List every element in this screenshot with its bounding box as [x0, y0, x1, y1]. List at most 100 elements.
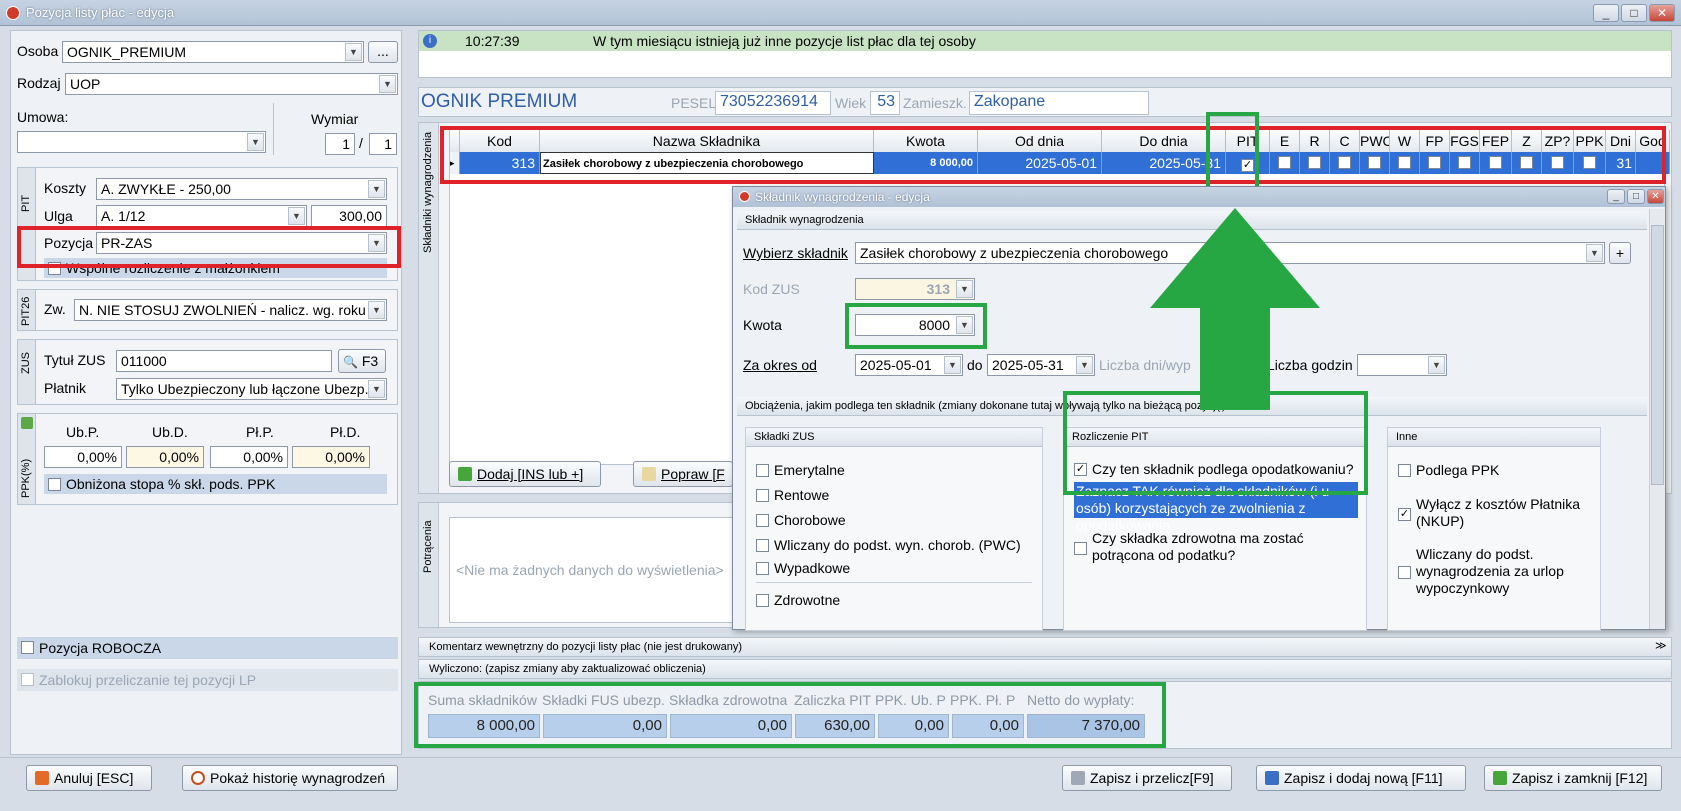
zus-tab-label: ZUS — [20, 352, 32, 374]
dodaj-button[interactable]: Dodaj [INS lub +] — [449, 461, 601, 487]
zw-combo[interactable]: N. NIE STOSUJ ZWOLNIEŃ - nalicz. wg. rok… — [74, 299, 387, 321]
komentarz-bar[interactable]: Komentarz wewnętrzny do pozycji listy pł… — [418, 637, 1672, 657]
f3-button[interactable]: 🔍 F3 — [338, 349, 386, 373]
urlop-checkbox[interactable] — [1398, 566, 1411, 579]
pit26-tab: PIT26 — [18, 290, 36, 330]
info-icon: i — [423, 34, 437, 48]
chevron-down-icon[interactable]: ▼ — [368, 301, 385, 319]
zapisz-zamknij-label: Zapisz i zamknij [F12] — [1512, 770, 1648, 786]
zus-group: ZUS Tytuł ZUS 011000 🔍 F3 Płatnik Tylko … — [17, 339, 398, 405]
dialog-scrollbar[interactable] — [1649, 209, 1665, 629]
dialog-close-button[interactable]: ✕ — [1647, 189, 1664, 204]
zus-item[interactable]: Chorobowe — [756, 512, 1036, 532]
zus-item[interactable]: Wliczany do podst. wyn. chorob. (PWC) — [756, 537, 1036, 557]
kod-zus-label: Kod ZUS — [743, 281, 800, 297]
person-name: OGNIK PREMIUM — [421, 91, 578, 112]
okres-od-input[interactable]: 2025-05-01 ▼ — [855, 354, 963, 376]
chevron-down-icon[interactable]: ▼ — [1586, 244, 1603, 262]
chevron-down-icon[interactable]: ▼ — [288, 207, 305, 225]
ppk-ubp-input[interactable]: 0,00% — [44, 446, 122, 468]
wyliczono-label: Wyliczono: (zapisz zmiany aby zaktualizo… — [429, 663, 706, 675]
dialog-maximize-button[interactable]: □ — [1627, 189, 1645, 204]
ulga-combo[interactable]: A. 1/12 ▼ — [96, 205, 307, 227]
zus-item-checkbox[interactable] — [756, 489, 769, 502]
urlop-label: Wliczany do podst. wynagrodzenia za urlo… — [1416, 546, 1564, 596]
dialog-app-icon — [739, 191, 750, 202]
wymiar-denominator[interactable]: 1 — [369, 133, 397, 155]
zus-item-label: Wliczany do podst. wyn. chorob. (PWC) — [774, 537, 1021, 553]
ppk-label: Podlega PPK — [1416, 462, 1500, 478]
zw-value: N. NIE STOSUJ ZWOLNIEŃ - nalicz. wg. rok… — [79, 302, 366, 318]
obnizona-row[interactable]: Obniżona stopa % skł. pods. PPK — [44, 474, 387, 494]
dodaj-label: Dodaj [INS lub +] — [477, 466, 584, 482]
osoba-combo[interactable]: OGNIK_PREMIUM ▼ — [62, 41, 364, 63]
okres-do-input[interactable]: 2025-05-31 ▼ — [987, 354, 1095, 376]
zus-item-checkbox[interactable] — [756, 539, 769, 552]
obnizona-label: Obniżona stopa % skł. pods. PPK — [66, 476, 276, 492]
add-skladnik-button[interactable]: + — [1609, 242, 1631, 264]
chevron-down-icon[interactable]: ▼ — [247, 133, 264, 151]
osoba-browse-button[interactable]: ... — [368, 41, 398, 63]
zapisz-dodaj-button[interactable]: Zapisz i dodaj nową [F11] — [1256, 765, 1466, 791]
ppk-ubd-input[interactable]: 0,00% — [126, 446, 204, 468]
chevron-down-icon[interactable]: ▼ — [368, 380, 385, 398]
ppk-icon — [21, 417, 33, 429]
koszty-combo[interactable]: A. ZWYKŁE - 250,00 ▼ — [96, 178, 387, 200]
zus-item[interactable]: Emerytalne — [756, 462, 1036, 482]
umowa-combo[interactable]: ▼ — [17, 131, 266, 153]
ppk-pld-input[interactable]: 0,00% — [292, 446, 370, 468]
liczba-godzin-input[interactable]: ▼ — [1357, 354, 1447, 376]
zapisz-przelicz-button[interactable]: Zapisz i przelicz[F9] — [1062, 765, 1232, 791]
zapisz-zamknij-button[interactable]: Zapisz i zamknij [F12] — [1484, 765, 1662, 791]
info-bar: i 10:27:39 W tym miesiącu istnieją już i… — [419, 31, 1671, 51]
nkup-checkbox[interactable]: ✓ — [1398, 508, 1411, 521]
close-button[interactable]: ✕ — [1649, 4, 1675, 22]
obnizona-checkbox[interactable] — [48, 478, 61, 491]
pit-zdrowotna-checkbox[interactable] — [1074, 542, 1087, 555]
chevron-down-icon[interactable]: ▼ — [944, 356, 961, 374]
tytul-input[interactable]: 011000 — [116, 350, 332, 372]
zablokuj-row[interactable]: Zablokuj przeliczanie tej pozycji LP — [17, 669, 398, 691]
ulga-label: Ulga — [44, 208, 73, 224]
zus-item[interactable]: Rentowe — [756, 487, 1036, 507]
chevrons-down-icon[interactable]: ≫ — [1655, 639, 1667, 652]
zus-item-checkbox[interactable] — [756, 514, 769, 527]
search-icon: 🔍 — [343, 355, 358, 369]
platnik-combo[interactable]: Tylko Ubezpieczony lub łączone Ubezp. ▼ — [116, 378, 387, 400]
pit26-group: PIT26 Zw. N. NIE STOSUJ ZWOLNIEŃ - nalic… — [17, 289, 398, 331]
minimize-button[interactable]: _ — [1593, 4, 1619, 22]
historia-button[interactable]: Pokaż historię wynagrodzeń — [182, 765, 398, 791]
ppk-plp-input[interactable]: 0,00% — [210, 446, 288, 468]
koszty-value: A. ZWYKŁE - 250,00 — [101, 181, 231, 197]
highlight-summary — [414, 682, 1166, 748]
ppk-checkbox[interactable] — [1398, 464, 1411, 477]
chevron-down-icon[interactable]: ▼ — [345, 43, 362, 61]
ulga-amount[interactable]: 300,00 — [311, 205, 387, 227]
zus-item[interactable]: Zdrowotne — [756, 592, 1036, 612]
chevron-down-icon[interactable]: ▼ — [1428, 356, 1445, 374]
okres-label: Za okres od — [743, 357, 817, 373]
zamieszk-label: Zamieszk. — [903, 95, 967, 111]
chevron-down-icon[interactable]: ▼ — [368, 180, 385, 198]
anuluj-button[interactable]: Anuluj [ESC] — [26, 765, 152, 791]
zablokuj-checkbox[interactable] — [21, 673, 34, 686]
divider — [273, 103, 274, 155]
robocza-checkbox[interactable] — [21, 641, 34, 654]
popraw-button[interactable]: Popraw [F — [633, 461, 733, 487]
wymiar-numerator[interactable]: 1 — [325, 133, 355, 155]
zus-item[interactable]: Wypadkowe — [756, 560, 1036, 580]
potracenia-empty: <Nie ma żadnych danych do wyświetlenia> — [456, 562, 724, 578]
popraw-label: Popraw [F — [661, 466, 725, 482]
person-bar: OGNIK PREMIUM PESEL 73052236914 Wiek 53 … — [418, 87, 1672, 117]
chevron-down-icon[interactable]: ▼ — [379, 75, 396, 93]
maximize-button[interactable]: □ — [1621, 4, 1647, 22]
dialog-minimize-button[interactable]: _ — [1607, 189, 1625, 204]
scroll-thumb[interactable] — [1651, 225, 1664, 485]
zus-item-checkbox[interactable] — [756, 562, 769, 575]
potracenia-tab-label: Potrącenia — [422, 520, 434, 573]
zus-item-checkbox[interactable] — [756, 594, 769, 607]
rodzaj-combo[interactable]: UOP ▼ — [65, 73, 398, 95]
robocza-row[interactable]: Pozycja ROBOCZA — [17, 637, 398, 659]
chevron-down-icon[interactable]: ▼ — [1076, 356, 1093, 374]
zus-item-checkbox[interactable] — [756, 464, 769, 477]
